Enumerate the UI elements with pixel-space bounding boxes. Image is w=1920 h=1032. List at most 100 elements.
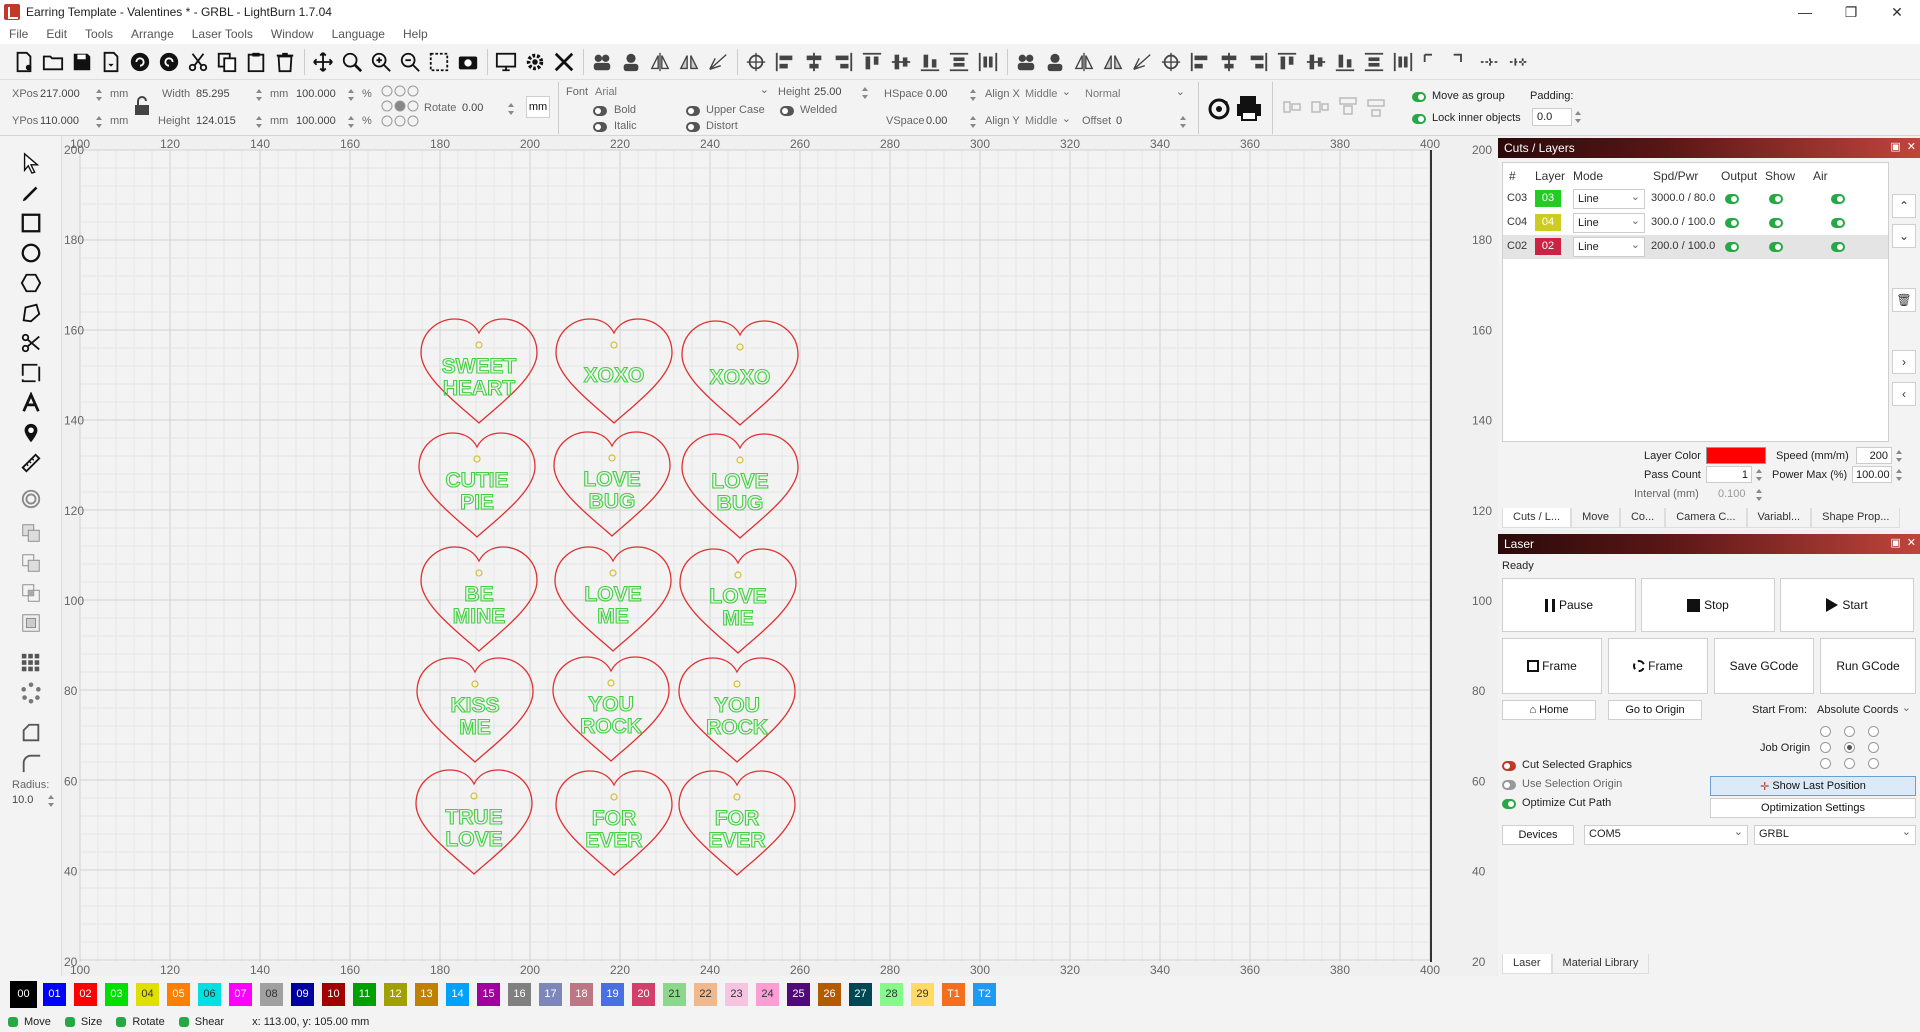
palette-swatch-25[interactable]: 25 — [787, 982, 810, 1006]
center-icon[interactable] — [1157, 48, 1185, 76]
frame-rect-button[interactable]: Frame — [1502, 638, 1602, 694]
design-canvas[interactable]: 100 100 120 120 140 140 160 160 180 180 200 200 220 2… — [62, 136, 1498, 976]
ungroup-2-icon[interactable] — [1041, 48, 1069, 76]
circular-array-icon[interactable] — [18, 680, 44, 706]
start-from-dropdown[interactable]: Absolute Coords — [1812, 701, 1916, 719]
palette-swatch-01[interactable]: 01 — [43, 982, 66, 1006]
snap-corner-2-icon[interactable] — [1447, 48, 1475, 76]
layer-swatch[interactable]: 02 — [1535, 238, 1561, 255]
origin-mid-left-radio[interactable] — [1820, 742, 1831, 753]
heart-text-line2[interactable]: ME — [722, 606, 755, 630]
heart-text-line1[interactable]: CUTIE — [445, 468, 509, 492]
optimization-settings-button[interactable]: Optimization Settings — [1710, 798, 1916, 818]
align-right-icon[interactable] — [829, 48, 857, 76]
palette-swatch-06[interactable]: 06 — [198, 982, 221, 1006]
palette-swatch-29[interactable]: 29 — [911, 982, 934, 1006]
save-icon[interactable] — [68, 48, 96, 76]
align-bottom-icon[interactable] — [916, 48, 944, 76]
heart-text-line2[interactable]: ROCK — [706, 715, 769, 739]
align-middle-2-icon[interactable] — [1302, 48, 1330, 76]
heart-text-line2[interactable]: MINE — [452, 604, 506, 628]
boolean-intersect-icon[interactable] — [18, 580, 44, 606]
tab-cuts-layers[interactable]: Cuts / L... — [1502, 508, 1572, 528]
position-laser-icon[interactable] — [18, 420, 44, 446]
tab-console[interactable]: Co... — [1619, 508, 1666, 528]
status-rotate[interactable]: Rotate — [116, 1016, 165, 1028]
mirror-horizontal-icon[interactable] — [646, 48, 674, 76]
rotate-input[interactable]: 0.00 — [462, 102, 483, 114]
palette-swatch-20[interactable]: 20 — [632, 982, 655, 1006]
table-row[interactable]: C02 02 Line 200.0 / 100.0 — [1503, 235, 1888, 259]
ypos-spinner[interactable] — [96, 116, 102, 128]
dist-v-2-icon[interactable] — [1389, 48, 1417, 76]
show-toggle[interactable] — [1769, 242, 1783, 252]
shear-icon[interactable] — [1128, 48, 1156, 76]
padding-input[interactable]: 0.0 — [1532, 108, 1572, 126]
palette-swatch-11[interactable]: 11 — [353, 982, 376, 1006]
move-as-group-checkbox[interactable] — [1412, 92, 1426, 102]
palette-swatch-24[interactable]: 24 — [756, 982, 779, 1006]
table-row[interactable]: C03 03 Line 3000.0 / 80.0 — [1503, 187, 1888, 211]
vspace-input[interactable]: 0.00 — [926, 115, 947, 127]
palette-swatch-14[interactable]: 14 — [446, 982, 469, 1006]
align-left-2-icon[interactable] — [1186, 48, 1214, 76]
offset-input[interactable]: 0 — [1116, 115, 1122, 127]
palette-swatch-03[interactable]: 03 — [105, 982, 128, 1006]
align-top-icon[interactable] — [858, 48, 886, 76]
devices-button[interactable]: Devices — [1502, 825, 1574, 845]
corner-radius-icon[interactable] — [18, 750, 44, 776]
origin-top-left-radio[interactable] — [1820, 726, 1831, 737]
frame-tool-icon[interactable] — [18, 360, 44, 386]
scissors-tool-icon[interactable] — [18, 330, 44, 356]
canvas-drawing[interactable]: 100 100 120 120 140 140 160 160 180 180 200 200 220 2… — [62, 136, 1498, 976]
upper-case-checkbox[interactable] — [686, 106, 700, 116]
palette-swatch-22[interactable]: 22 — [694, 982, 717, 1006]
height-spinner[interactable] — [256, 116, 262, 128]
zoom-frame-icon[interactable] — [425, 48, 453, 76]
scale-height-spinner[interactable] — [348, 116, 354, 128]
interval-spinner[interactable] — [1756, 489, 1762, 501]
new-file-icon[interactable] — [10, 48, 38, 76]
output-toggle[interactable] — [1725, 194, 1739, 204]
start-button[interactable]: Start — [1780, 578, 1914, 632]
palette-swatch-26[interactable]: 26 — [818, 982, 841, 1006]
status-move[interactable]: Move — [8, 1016, 51, 1028]
tools-icon[interactable] — [550, 48, 578, 76]
ellipse-tool-icon[interactable] — [18, 240, 44, 266]
hspace-input[interactable]: 0.00 — [926, 88, 947, 100]
polygon-tool-icon[interactable] — [18, 270, 44, 296]
distribute-h-icon[interactable] — [945, 48, 973, 76]
heart-text-line1[interactable]: XOXO — [709, 365, 771, 389]
offset-shape-icon[interactable] — [18, 486, 44, 512]
heart-text-line2[interactable]: ME — [459, 715, 492, 739]
menu-arrange[interactable]: Arrange — [122, 27, 183, 41]
heart-text-line2[interactable]: LOVE — [445, 827, 503, 851]
paste-icon[interactable] — [242, 48, 270, 76]
node-edit-icon[interactable] — [18, 300, 44, 326]
height-input[interactable]: 124.015 — [196, 115, 236, 127]
select-tool-icon[interactable] — [18, 150, 44, 176]
palette-swatch-19[interactable]: 19 — [601, 982, 624, 1006]
tab-shape-properties[interactable]: Shape Prop... — [1811, 508, 1901, 528]
copy-icon[interactable] — [213, 48, 241, 76]
heart-text-line2[interactable]: HEART — [442, 376, 516, 400]
laser-panel-close-icon[interactable]: ✕ — [1907, 536, 1916, 549]
palette-swatch-04[interactable]: 04 — [136, 982, 159, 1006]
palette-swatch-12[interactable]: 12 — [384, 982, 407, 1006]
palette-swatch-18[interactable]: 18 — [570, 982, 593, 1006]
optimize-cut-path-checkbox[interactable] — [1502, 799, 1516, 809]
heart-text-line2[interactable]: EVER — [585, 828, 643, 852]
menu-tools[interactable]: Tools — [76, 27, 122, 41]
origin-bottom-right-radio[interactable] — [1868, 758, 1879, 769]
rectangle-tool-icon[interactable] — [18, 210, 44, 236]
boolean-subtract-icon[interactable] — [18, 550, 44, 576]
palette-swatch-28[interactable]: 28 — [880, 982, 903, 1006]
snap-corner-icon[interactable] — [1418, 48, 1446, 76]
undo-icon[interactable] — [126, 48, 154, 76]
text-mode-dropdown[interactable]: Normal — [1080, 85, 1190, 103]
menu-help[interactable]: Help — [394, 27, 437, 41]
origin-bottom-center-radio[interactable] — [1844, 758, 1855, 769]
zoom-pan-icon[interactable] — [338, 48, 366, 76]
heart-text-line1[interactable]: KISS — [450, 693, 500, 717]
palette-swatch-T1[interactable]: T1 — [942, 982, 965, 1006]
